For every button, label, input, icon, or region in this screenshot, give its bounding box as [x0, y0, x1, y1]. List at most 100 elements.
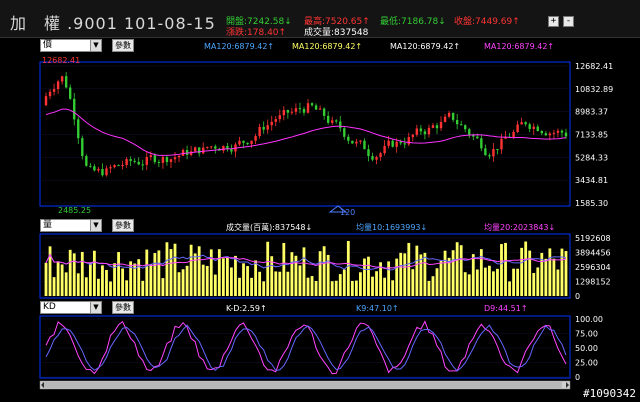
volume-bar: [528, 250, 532, 296]
volume-bar: [342, 269, 346, 296]
volume-tick-label: 5192608: [575, 234, 611, 243]
volume-bar: [56, 261, 60, 296]
candle-body: [310, 103, 314, 106]
volume-bar: [274, 271, 278, 296]
scrollbar-thumb[interactable]: [42, 382, 562, 388]
candle-body: [262, 126, 265, 130]
candle-body: [181, 149, 185, 156]
candle-body: [56, 81, 60, 90]
volume-bar: [149, 264, 153, 296]
candle-body: [383, 145, 386, 154]
volume-bar: [411, 269, 415, 296]
candle-body: [137, 161, 140, 165]
kd-tick-label: 75.00: [575, 330, 598, 339]
candle-body: [81, 138, 84, 157]
volume-bar: [318, 251, 322, 296]
candle-body: [173, 157, 177, 160]
volume-bar: [221, 258, 225, 296]
candle-body: [97, 169, 100, 171]
candle-body: [109, 167, 112, 169]
volume-bar: [68, 249, 72, 296]
volume-bar: [407, 242, 411, 296]
volume-bar: [354, 280, 358, 296]
volume-bar: [105, 269, 108, 296]
candle-body: [367, 149, 370, 157]
volume-bar: [286, 271, 290, 296]
volume-bar: [314, 280, 318, 296]
volume-bar: [488, 265, 491, 296]
candle-body: [343, 128, 346, 137]
volume-bar: [60, 264, 64, 296]
volume-bar: [375, 271, 378, 296]
candle-body: [169, 159, 173, 162]
volume-bar: [169, 249, 173, 296]
volume-bar: [290, 252, 294, 296]
candle-body: [419, 128, 423, 132]
candle-body: [85, 156, 88, 166]
candle-body: [250, 140, 253, 145]
candle-body: [246, 142, 249, 145]
candle-body: [335, 120, 338, 122]
candle-body: [278, 115, 281, 120]
volume-bar: [177, 272, 181, 296]
volume-bar: [548, 248, 552, 296]
candle-body: [435, 125, 439, 129]
candle-body: [391, 140, 394, 147]
candle-body: [387, 140, 390, 146]
candlestick-series: [44, 72, 568, 177]
volume-bar: [423, 252, 427, 296]
volume-bar: [346, 240, 350, 296]
candle-body: [230, 149, 233, 152]
candle-body: [306, 103, 310, 113]
candle-body: [121, 165, 124, 167]
kd-axis: 100.00 75.00 50.00 25.00 0: [575, 315, 603, 382]
candle-body: [447, 112, 451, 117]
candle-body: [48, 91, 52, 97]
high-marker: 12682.41: [42, 56, 80, 65]
candle-body: [60, 76, 64, 82]
candle-body: [193, 147, 197, 152]
volume-bar: [161, 278, 165, 296]
volume-bar: [282, 242, 286, 296]
candle-body: [44, 96, 48, 106]
volume-bar: [298, 265, 302, 296]
candle-body: [512, 132, 515, 137]
candle-body: [286, 110, 290, 113]
candle-body: [411, 134, 415, 138]
volume-bar: [496, 268, 499, 296]
volume-bar: [403, 253, 407, 296]
volume-bar: [451, 250, 455, 296]
volume-bar: [157, 250, 161, 296]
volume-tick-label: 0: [575, 292, 580, 301]
candle-body: [540, 131, 543, 134]
volume-bar: [387, 261, 391, 296]
candle-body: [73, 98, 76, 120]
volume-bar: [455, 242, 459, 296]
candle-body: [371, 156, 374, 160]
price-tick-label: 8983.37: [575, 108, 608, 117]
volume-bar: [516, 268, 520, 296]
stock-chart: 12682.41 10832.89 8983.37 7133.85 5284.33 343…: [39, 56, 613, 390]
volume-bar: [399, 252, 403, 296]
candle-body: [544, 133, 548, 136]
candle-body: [347, 136, 350, 141]
volume-bar: [371, 276, 374, 296]
volume-bar: [500, 244, 503, 296]
volume-bar: [250, 277, 253, 296]
candle-body: [210, 146, 213, 148]
candle-body: [375, 157, 378, 160]
volume-bar: [439, 260, 443, 296]
price-axis: 12682.41 10832.89 8983.37 7133.85 5284.33 343…: [575, 62, 613, 208]
volume-bar: [383, 277, 386, 296]
price-tick-label: 5284.33: [575, 153, 608, 162]
volume-bar: [560, 248, 564, 296]
candle-body: [242, 140, 245, 143]
volume-bar: [238, 277, 241, 296]
volume-bar: [447, 257, 451, 296]
candle-body: [270, 121, 273, 126]
candle-body: [455, 119, 459, 125]
volume-bar: [556, 269, 560, 296]
ma-line: [45, 108, 567, 156]
volume-bar: [226, 257, 229, 296]
volume-bar: [330, 281, 334, 296]
